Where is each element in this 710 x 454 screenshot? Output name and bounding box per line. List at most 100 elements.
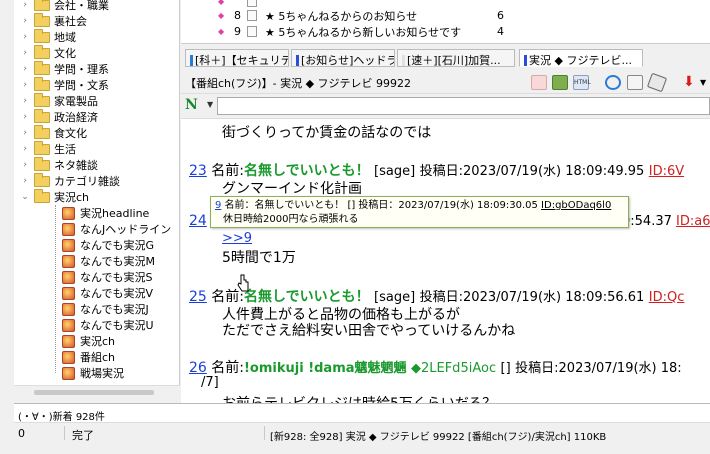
poster-id[interactable]: ID:a6 [676, 214, 710, 229]
folder-icon [34, 44, 50, 59]
folder-icon [34, 108, 50, 123]
tree-item-label: 生活 [54, 143, 76, 156]
chevron-right-icon[interactable]: › [20, 128, 30, 138]
tree-item-label: なんでも実況S [80, 271, 153, 284]
tree-folder[interactable]: › カテゴリ雑談 [20, 172, 120, 189]
tab-fuji-tv[interactable]: 実況 ◆ フジテレビ... [519, 49, 643, 67]
table-row[interactable]: ◆ 8 ★ 5ちゃんねるからのお知らせ 6 [181, 8, 710, 23]
tree-folder[interactable]: › 学問・理系 [20, 60, 109, 77]
anchor-link[interactable]: >>9 [222, 231, 252, 246]
scrollbar-thumb[interactable] [34, 390, 154, 395]
tree-folder[interactable]: › 食文化 [20, 124, 87, 141]
tab-security[interactable]: [科＋]【セキュリテ... [185, 49, 289, 67]
chevron-right-icon[interactable]: › [20, 112, 30, 122]
chevron-down-icon[interactable]: ▼ [700, 78, 706, 87]
tree-folder[interactable]: › 地域 [20, 28, 76, 45]
bookmark-icon[interactable] [531, 75, 547, 90]
new-marker-icon: ◆ [218, 0, 225, 6]
tree-board[interactable]: なんJヘッドライン [62, 221, 171, 237]
poster-mail: [sage] [374, 290, 416, 305]
tree-board[interactable]: 実況headline [62, 205, 149, 221]
tree-horizontal-scrollbar[interactable] [14, 385, 180, 399]
tree-board[interactable]: なんでも実況V [62, 285, 153, 301]
post-number[interactable]: 25 [189, 289, 207, 305]
tree-folder[interactable]: › ネタ雑談 [20, 156, 98, 173]
chevron-right-icon[interactable]: › [20, 80, 30, 90]
folder-icon [34, 28, 50, 43]
tab-label: 実況 ◆ フジテレビ... [529, 54, 632, 67]
tree-board[interactable]: なんでも実況M [62, 253, 155, 269]
popup-body: 休日時給2000円なら頑張れる [223, 214, 359, 225]
post-number[interactable]: 26 [189, 360, 207, 376]
thread-view[interactable]: 街づくりってか賃金の話なのでは 23 名前:名無しでいいとも！ [sage] 投… [181, 118, 710, 403]
tree-board[interactable]: なんでも実況G [62, 237, 154, 253]
arrow-down-icon[interactable]: ⬇ [683, 74, 695, 90]
tree-item-label: 実況headline [80, 207, 150, 220]
tree-board[interactable]: 戦場実況 [62, 365, 124, 381]
thread-info-bar: 【番組ch(フジ)】- 実況 ◆ フジテレビ 99922 HTML ⬇ ▼ [181, 70, 710, 94]
address-input[interactable] [217, 97, 710, 115]
chevron-right-icon[interactable]: › [20, 0, 30, 10]
tree-folder[interactable]: › 家電製品 [20, 92, 98, 109]
html-icon[interactable]: HTML [573, 75, 591, 90]
chevron-right-icon[interactable]: › [20, 160, 30, 170]
tools-icon[interactable] [646, 72, 668, 93]
tree-item-label: 地域 [54, 31, 76, 44]
clock-icon[interactable] [605, 75, 621, 90]
tree-folder[interactable]: › 生活 [20, 140, 76, 157]
post-header: 23 名前:名無しでいいとも！ [sage] 投稿日:2023/07/19(水)… [189, 160, 684, 180]
tree-folder[interactable]: › 会社・職業 [20, 0, 109, 13]
image-icon[interactable] [552, 75, 568, 90]
poster-id[interactable]: ID:6V [649, 164, 684, 179]
tree-item-label: なんでも実況J [80, 303, 149, 316]
table-row[interactable]: ◆ 9 ★ 5ちゃんねるから新しいお知らせです 4 [181, 24, 710, 39]
tree-item-label: 学問・理系 [54, 63, 109, 76]
post-number[interactable]: 24 [189, 213, 207, 229]
tree-board[interactable]: なんでも実況J [62, 301, 149, 317]
poster-name: 名無しでいいとも！ [244, 163, 370, 179]
board-icon [62, 334, 75, 348]
tree-item-label: カテゴリ雑談 [54, 175, 120, 188]
folder-icon [34, 92, 50, 107]
tab-news[interactable]: [速＋][石川]加賀... [397, 49, 515, 67]
tree-board[interactable]: なんでも実況U [62, 317, 154, 333]
post-body: 5時間で1万 [222, 250, 296, 266]
thread-number: 8 [234, 9, 241, 22]
window-edge [0, 442, 710, 454]
poster-id[interactable]: ID:Qc [649, 290, 685, 305]
chevron-down-icon[interactable]: ⌄ [20, 192, 30, 202]
board-tree[interactable]: › 会社・職業 › 裏社会 › 地域 › 文化 › 学問・理系 › 学問・文系 › 家電製品 › 政治経済 › 食… [14, 0, 180, 385]
tree-folder[interactable]: › 学問・文系 [20, 76, 109, 93]
popup-id[interactable]: ID:gbODaq6l0 [541, 200, 611, 211]
chevron-right-icon[interactable]: › [20, 48, 30, 58]
status-counter: 0 [18, 427, 25, 440]
chevron-right-icon[interactable]: › [20, 32, 30, 42]
tree-folder[interactable]: › 政治経済 [20, 108, 98, 125]
tree-folder[interactable]: › 裏社会 [20, 12, 87, 29]
tab-headline[interactable]: [お知らせ]ヘッドラ... [291, 49, 395, 67]
log-icon[interactable] [627, 75, 643, 90]
chevron-right-icon[interactable]: › [20, 176, 30, 186]
board-icon [62, 350, 75, 364]
tree-board[interactable]: なんでも実況S [62, 269, 152, 285]
tree-item-label: なんでも実況U [80, 319, 154, 332]
chevron-right-icon[interactable]: › [20, 96, 30, 106]
chevron-down-icon[interactable]: ▼ [207, 100, 213, 109]
post-number[interactable]: 23 [189, 163, 207, 179]
tree-folder[interactable]: › 文化 [20, 44, 76, 61]
name-label: 名前: [211, 360, 244, 376]
reply-anchor[interactable]: >>9 [222, 231, 252, 246]
tree-item-label: 食文化 [54, 127, 87, 140]
tree-folder[interactable]: ⌄ 実況ch [20, 188, 89, 205]
popup-post-number[interactable]: 9 [215, 200, 221, 211]
n-logo-icon[interactable]: N [185, 97, 198, 113]
tree-item-label: なんでも実況M [80, 255, 155, 268]
chevron-right-icon[interactable]: › [20, 64, 30, 74]
board-icon [62, 238, 75, 252]
chevron-right-icon[interactable]: › [20, 16, 30, 26]
chevron-right-icon[interactable]: › [20, 144, 30, 154]
board-icon [62, 270, 75, 284]
tree-board[interactable]: 実況ch [62, 333, 115, 349]
tree-board[interactable]: 番組ch [62, 349, 115, 365]
thread-list[interactable]: ◆ ◆ 8 ★ 5ちゃんねるからのお知らせ 6 ◆ 9 ★ 5ちゃんねるから新し… [181, 0, 710, 44]
